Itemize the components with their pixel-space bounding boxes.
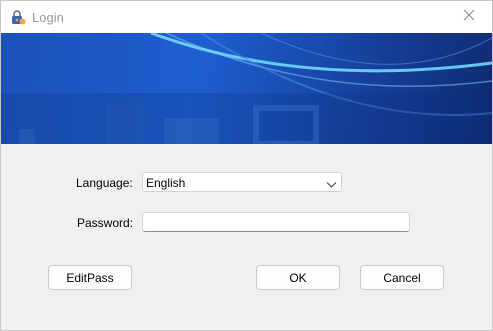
header-banner-image — [1, 33, 492, 144]
padlock-icon — [10, 9, 26, 25]
title-bar: Login — [1, 1, 492, 33]
cancel-button[interactable]: Cancel — [360, 265, 444, 290]
language-select[interactable]: English — [142, 172, 342, 192]
password-input[interactable] — [142, 212, 410, 232]
language-selected-value: English — [146, 176, 186, 190]
language-label: Language: — [76, 176, 133, 190]
chevron-down-icon — [326, 178, 337, 188]
ok-button[interactable]: OK — [256, 265, 340, 290]
login-dialog: Login Language: English Password: EditPa… — [0, 0, 493, 331]
editpass-button[interactable]: EditPass — [48, 265, 132, 290]
close-icon — [463, 8, 475, 26]
password-label: Password: — [77, 216, 134, 230]
window-title: Login — [32, 10, 64, 25]
close-button[interactable] — [446, 1, 492, 33]
